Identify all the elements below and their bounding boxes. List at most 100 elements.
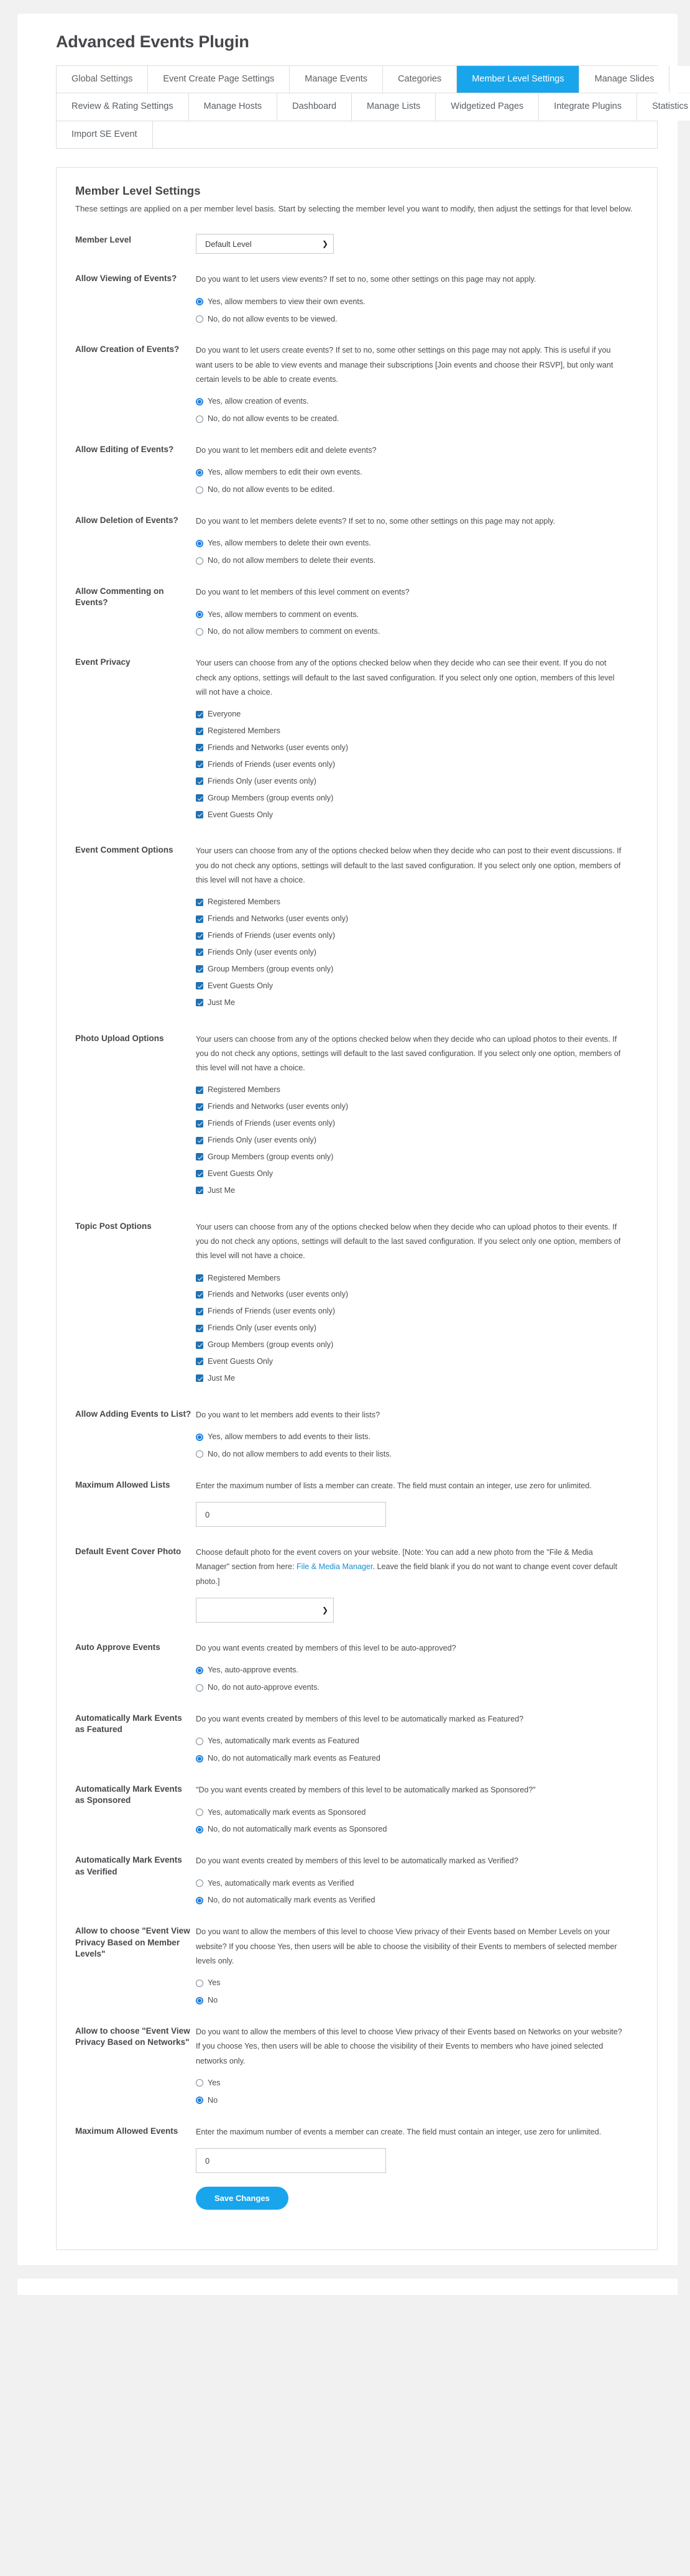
checkbox-option[interactable]: Friends Only (user events only) [196, 1134, 638, 1146]
radio-unselected-icon[interactable] [196, 1684, 203, 1692]
radio-option[interactable]: Yes, automatically mark events as Verifi… [196, 1878, 638, 1889]
radio-unselected-icon[interactable] [196, 1979, 203, 1987]
checkbox-checked-icon[interactable] [196, 1374, 203, 1383]
radio-unselected-icon[interactable] [196, 415, 203, 423]
checkbox-checked-icon[interactable] [196, 761, 203, 769]
tab-global-settings[interactable]: Global Settings [57, 66, 149, 93]
checkbox-checked-icon[interactable] [196, 982, 203, 990]
tab-manage-lists[interactable]: Manage Lists [352, 93, 436, 121]
tab-statistics[interactable]: Statistics [637, 93, 690, 121]
radio-selected-icon[interactable] [196, 539, 203, 547]
checkbox-option[interactable]: Event Guests Only [196, 980, 638, 992]
checkbox-checked-icon[interactable] [196, 1136, 203, 1144]
radio-unselected-icon[interactable] [196, 628, 203, 636]
checkbox-option[interactable]: Event Guests Only [196, 1356, 638, 1368]
radio-option[interactable]: No, do not allow members to delete their… [196, 555, 638, 567]
checkbox-checked-icon[interactable] [196, 898, 203, 906]
radio-option[interactable]: No, do not allow events to be created. [196, 413, 638, 425]
checkbox-checked-icon[interactable] [196, 1187, 203, 1195]
checkbox-option[interactable]: Friends of Friends (user events only) [196, 759, 638, 771]
radio-option[interactable]: No [196, 2095, 638, 2106]
checkbox-checked-icon[interactable] [196, 1307, 203, 1315]
tab-event-create-page-settings[interactable]: Event Create Page Settings [148, 66, 290, 93]
checkbox-option[interactable]: Friends and Networks (user events only) [196, 742, 638, 754]
checkbox-checked-icon[interactable] [196, 810, 203, 818]
checkbox-option[interactable]: Friends Only (user events only) [196, 776, 638, 787]
tab-member-level-settings[interactable]: Member Level Settings [457, 66, 580, 93]
checkbox-option[interactable]: Friends and Networks (user events only) [196, 1101, 638, 1113]
checkbox-option[interactable]: Friends Only (user events only) [196, 947, 638, 958]
checkbox-checked-icon[interactable] [196, 1358, 203, 1366]
tab-widgetized-pages[interactable]: Widgetized Pages [436, 93, 540, 121]
tab-categories[interactable]: Categories [383, 66, 458, 93]
tab-import-se-event[interactable]: Import SE Event [57, 121, 153, 149]
checkbox-option[interactable]: Registered Members [196, 1272, 638, 1284]
checkbox-checked-icon[interactable] [196, 727, 203, 735]
radio-option[interactable]: Yes, allow members to add events to thei… [196, 1431, 638, 1443]
radio-option[interactable]: No, do not allow events to be edited. [196, 484, 638, 496]
checkbox-option[interactable]: Group Members (group events only) [196, 1339, 638, 1351]
radio-option[interactable]: Yes, allow members to edit their own eve… [196, 466, 638, 478]
radio-unselected-icon[interactable] [196, 315, 203, 323]
radio-selected-icon[interactable] [196, 1666, 203, 1674]
max-allowed-lists-input[interactable] [196, 1502, 386, 1527]
checkbox-checked-icon[interactable] [196, 915, 203, 923]
radio-selected-icon[interactable] [196, 298, 203, 306]
radio-option[interactable]: Yes, allow members to view their own eve… [196, 296, 638, 308]
checkbox-checked-icon[interactable] [196, 1103, 203, 1111]
checkbox-option[interactable]: Event Guests Only [196, 1168, 638, 1180]
radio-selected-icon[interactable] [196, 1896, 203, 1904]
radio-option[interactable]: Yes, allow creation of events. [196, 396, 638, 407]
member-level-select[interactable]: Default Level ❯ [196, 234, 334, 254]
checkbox-checked-icon[interactable] [196, 1086, 203, 1094]
checkbox-option[interactable]: Just Me [196, 1185, 638, 1197]
checkbox-checked-icon[interactable] [196, 965, 203, 973]
checkbox-checked-icon[interactable] [196, 1170, 203, 1178]
tab-manage-slides[interactable]: Manage Slides [579, 66, 670, 93]
radio-selected-icon[interactable] [196, 468, 203, 476]
radio-option[interactable]: No, do not allow members to add events t… [196, 1448, 638, 1460]
radio-option[interactable]: No, do not automatically mark events as … [196, 1823, 638, 1835]
radio-option[interactable]: Yes, allow members to delete their own e… [196, 537, 638, 549]
tab-manage-events[interactable]: Manage Events [290, 66, 384, 93]
checkbox-option[interactable]: Friends Only (user events only) [196, 1322, 638, 1334]
radio-selected-icon[interactable] [196, 1433, 203, 1441]
max-allowed-events-input[interactable] [196, 2148, 386, 2174]
default-cover-photo-select[interactable]: ❯ [196, 1598, 334, 1623]
checkbox-checked-icon[interactable] [196, 744, 203, 752]
checkbox-option[interactable]: Friends of Friends (user events only) [196, 930, 638, 942]
tab-dashboard[interactable]: Dashboard [277, 93, 352, 121]
checkbox-checked-icon[interactable] [196, 932, 203, 940]
radio-selected-icon[interactable] [196, 1754, 203, 1763]
checkbox-option[interactable]: Group Members (group events only) [196, 1151, 638, 1163]
radio-selected-icon[interactable] [196, 610, 203, 618]
checkbox-checked-icon[interactable] [196, 777, 203, 785]
checkbox-checked-icon[interactable] [196, 1341, 203, 1349]
radio-unselected-icon[interactable] [196, 486, 203, 494]
checkbox-option[interactable]: Registered Members [196, 896, 638, 908]
radio-option[interactable]: No, do not automatically mark events as … [196, 1894, 638, 1906]
radio-unselected-icon[interactable] [196, 1808, 203, 1816]
checkbox-checked-icon[interactable] [196, 948, 203, 957]
radio-selected-icon[interactable] [196, 397, 203, 405]
checkbox-option[interactable]: Friends and Networks (user events only) [196, 1289, 638, 1300]
checkbox-option[interactable]: Registered Members [196, 1084, 638, 1096]
tab-integrate-plugins[interactable]: Integrate Plugins [539, 93, 637, 121]
checkbox-option[interactable]: Just Me [196, 1373, 638, 1384]
radio-option[interactable]: Yes [196, 2077, 638, 2089]
radio-selected-icon[interactable] [196, 1825, 203, 1833]
checkbox-option[interactable]: Everyone [196, 708, 638, 720]
checkbox-option[interactable]: Friends of Friends (user events only) [196, 1118, 638, 1129]
tab-manage-hosts[interactable]: Manage Hosts [188, 93, 278, 121]
radio-unselected-icon[interactable] [196, 1879, 203, 1888]
radio-option[interactable]: Yes, auto-approve events. [196, 1664, 638, 1676]
checkbox-checked-icon[interactable] [196, 1274, 203, 1282]
radio-option[interactable]: Yes, automatically mark events as Sponso… [196, 1807, 638, 1818]
radio-option[interactable]: Yes, automatically mark events as Featur… [196, 1735, 638, 1747]
checkbox-option[interactable]: Group Members (group events only) [196, 792, 638, 804]
save-changes-button[interactable]: Save Changes [196, 2187, 288, 2210]
checkbox-checked-icon[interactable] [196, 1324, 203, 1332]
radio-option[interactable]: Yes [196, 1977, 638, 1989]
checkbox-checked-icon[interactable] [196, 999, 203, 1007]
radio-unselected-icon[interactable] [196, 2079, 203, 2087]
